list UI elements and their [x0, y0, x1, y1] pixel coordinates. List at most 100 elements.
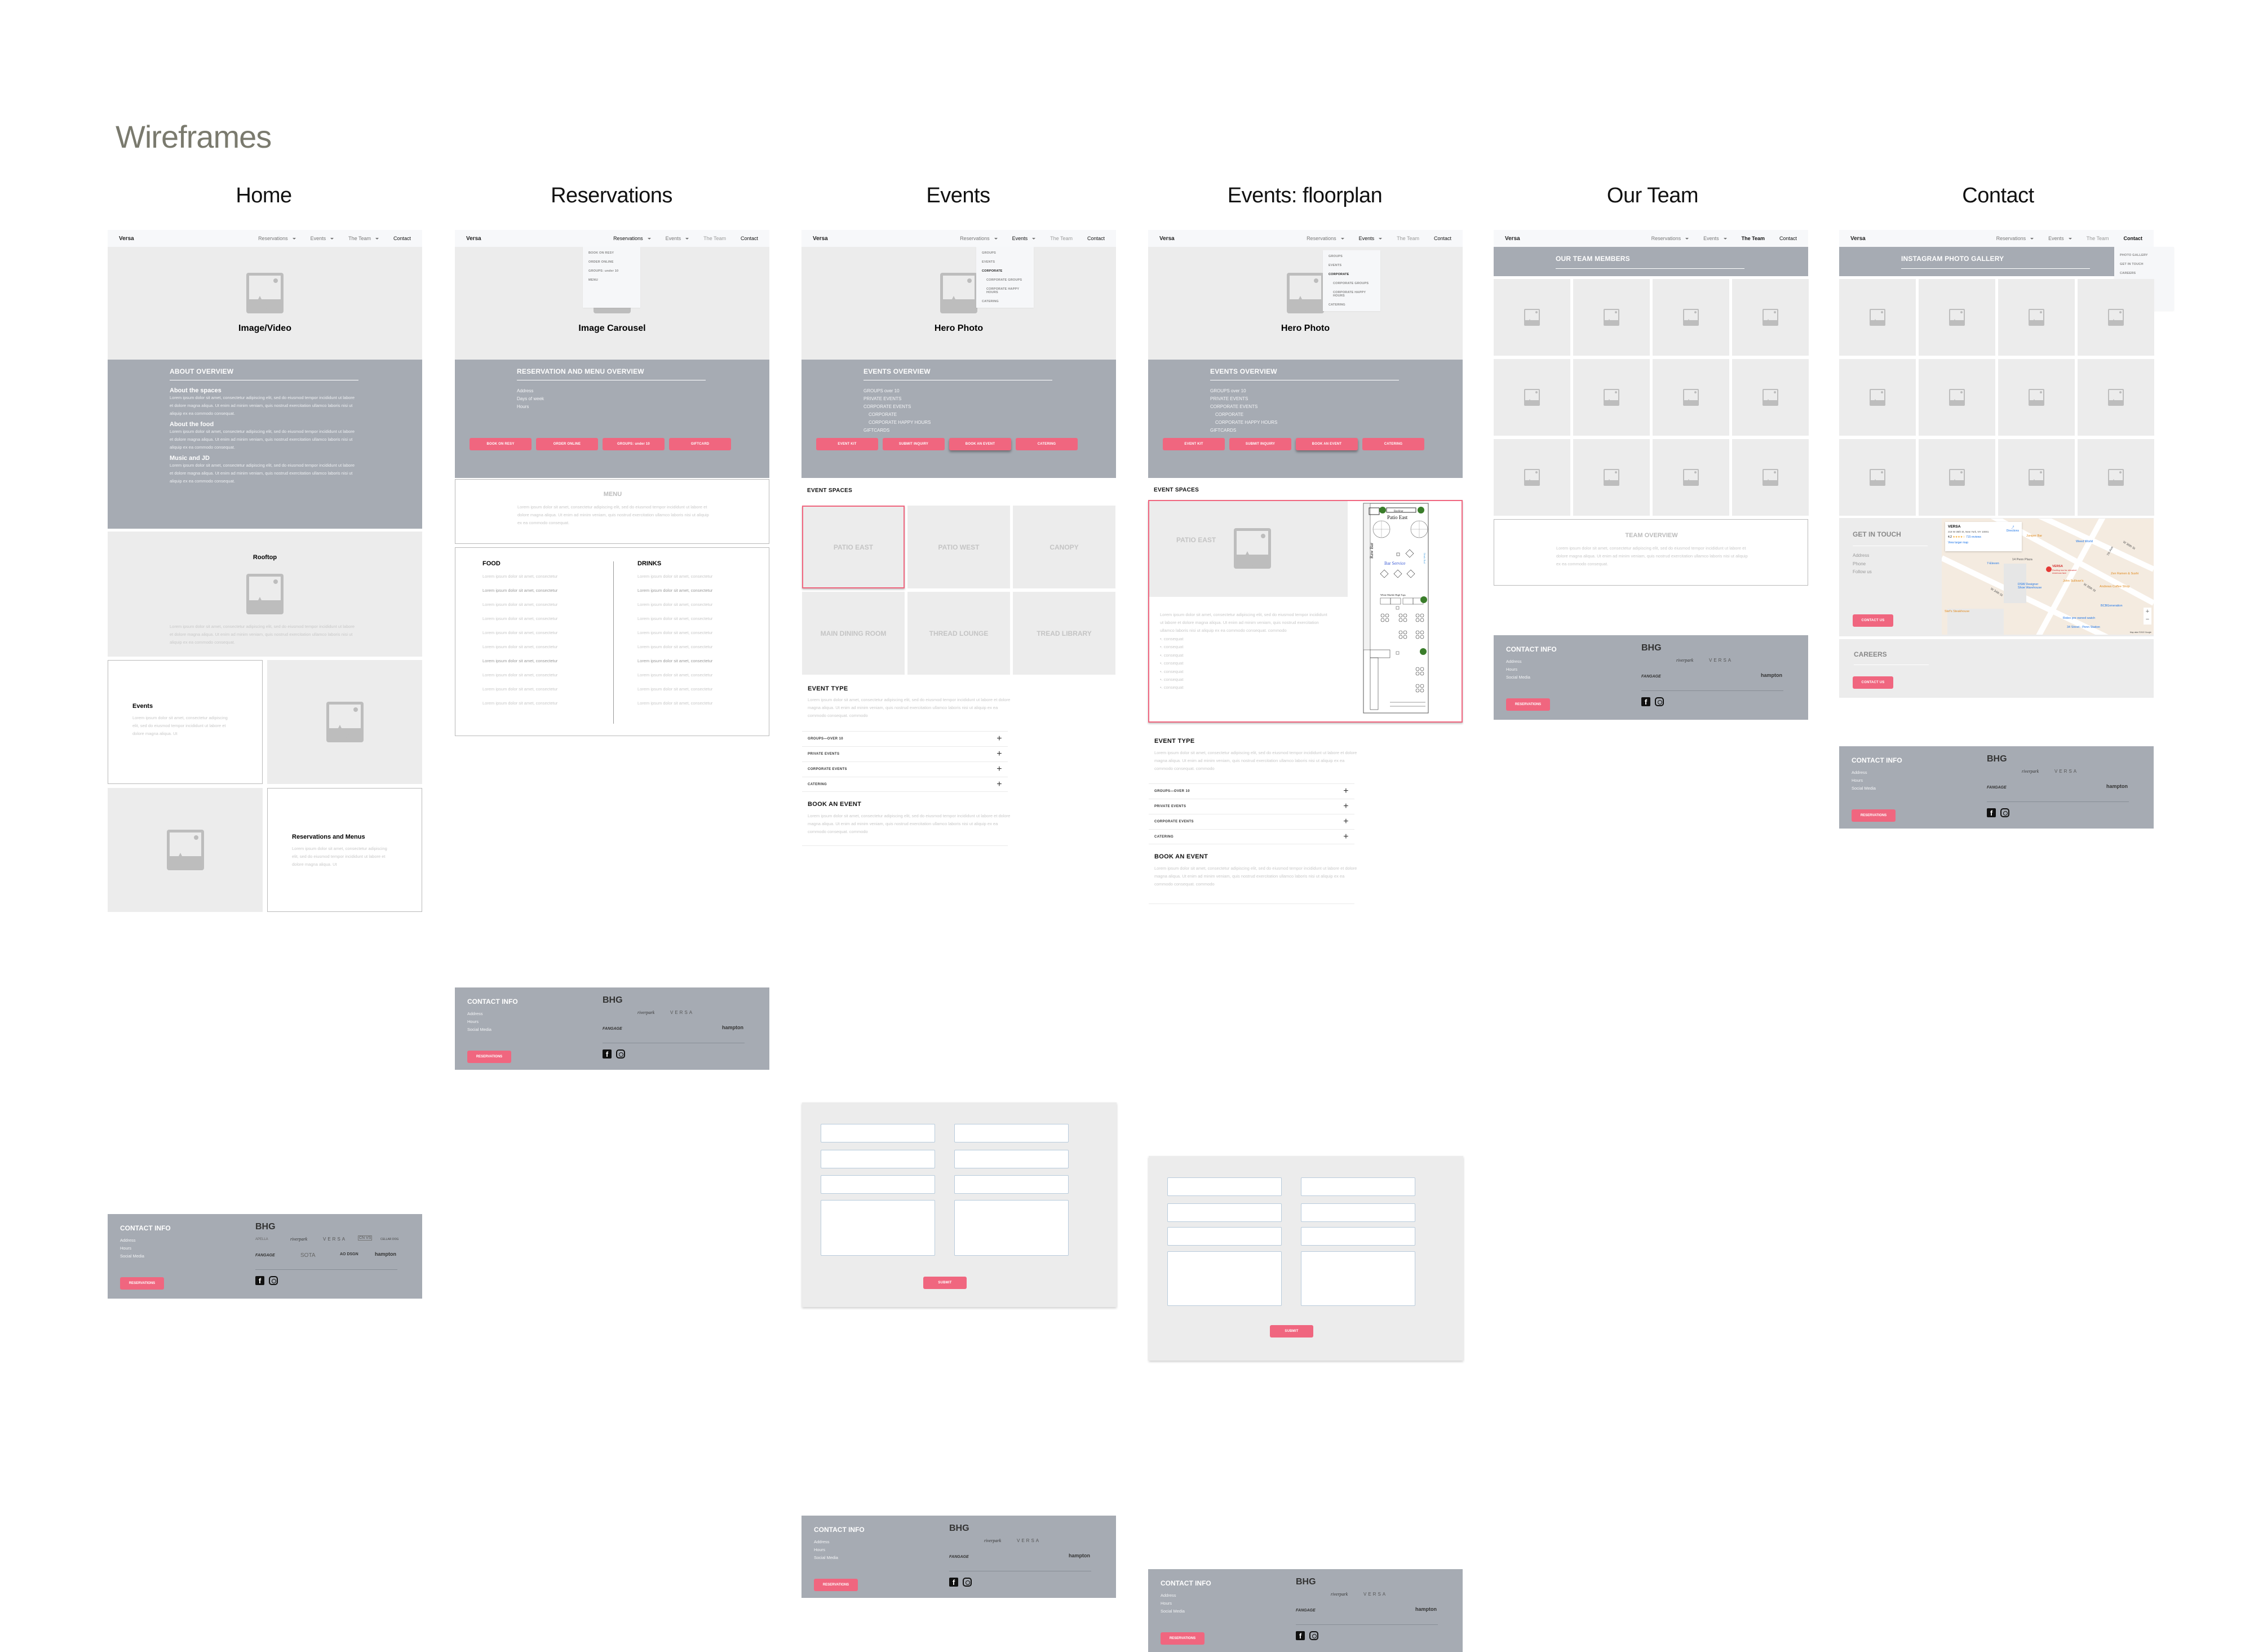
dropdown-item[interactable]: CAREERS: [2120, 272, 2168, 275]
facebook-icon[interactable]: f: [1987, 808, 1996, 817]
poi[interactable]: Juniper Bar: [2026, 534, 2042, 538]
dropdown-item[interactable]: CATERING: [1329, 303, 1375, 307]
poi[interactable]: Zen Ramen & Sushi: [2111, 572, 2138, 575]
book-on-resy-button[interactable]: BOOK ON RESY: [470, 438, 532, 450]
poi[interactable]: 7-Eleven: [1987, 562, 1999, 565]
map[interactable]: VERSA 218 W 35th St, New York, NY 10001 …: [1942, 519, 2154, 635]
photo-tile[interactable]: [1494, 279, 1570, 356]
dropdown-item[interactable]: CORPORATE: [982, 269, 1028, 273]
form-field[interactable]: [1301, 1177, 1415, 1196]
form-field[interactable]: [1167, 1203, 1282, 1222]
poi[interactable]: Weed World: [2076, 540, 2093, 543]
photo-tile[interactable]: [1732, 439, 1809, 516]
photo-tile[interactable]: [1998, 359, 2075, 436]
form-field[interactable]: [954, 1150, 1069, 1168]
brand-logo[interactable]: Versa: [1159, 236, 1175, 242]
brand-logo[interactable]: Versa: [1505, 236, 1520, 242]
nav-events[interactable]: Events: [1012, 236, 1036, 241]
dropdown-item[interactable]: GET IN TOUCH: [2120, 263, 2168, 266]
dropdown-item[interactable]: EVENTS: [982, 260, 1028, 264]
nav-reservations[interactable]: Reservations: [613, 236, 651, 241]
events-card[interactable]: Events Lorem ipsum dolor sit amet, conse…: [108, 660, 263, 784]
facebook-icon[interactable]: f: [1296, 1631, 1305, 1640]
brand-logo[interactable]: Versa: [1850, 236, 1866, 242]
space-patio-west[interactable]: PATIO WEST: [907, 506, 1010, 588]
brand-logo[interactable]: Versa: [813, 236, 828, 242]
facebook-icon[interactable]: f: [949, 1578, 958, 1587]
accordion-item[interactable]: CATERING +: [802, 777, 1008, 792]
form-field[interactable]: [954, 1175, 1069, 1194]
dropdown-item[interactable]: EVENTS: [1329, 264, 1375, 267]
facebook-icon[interactable]: f: [1641, 697, 1650, 706]
photo-tile[interactable]: [1494, 359, 1570, 436]
accordion-item[interactable]: CORPORATE EVENTS +: [802, 761, 1008, 777]
dropdown-item[interactable]: CORPORATE GROUPS: [1329, 282, 1375, 285]
reservations-button[interactable]: RESERVATIONS: [467, 1051, 511, 1063]
photo-tile[interactable]: [1573, 279, 1650, 356]
reservations-button[interactable]: RESERVATIONS: [1506, 698, 1550, 711]
form-textarea[interactable]: [821, 1200, 935, 1256]
nav-contact[interactable]: Contact: [1434, 236, 1451, 241]
photo-tile[interactable]: [1998, 279, 2075, 356]
photo-tile[interactable]: [1573, 439, 1650, 516]
instagram-icon[interactable]: [616, 1049, 625, 1058]
dropdown-item[interactable]: CATERING: [982, 300, 1028, 303]
map-zoom-controls[interactable]: + −: [2144, 608, 2151, 625]
poi[interactable]: 14 Penn Plaza: [2012, 558, 2032, 561]
instagram-icon[interactable]: [269, 1276, 278, 1285]
reservations-button[interactable]: RESERVATIONS: [120, 1277, 164, 1290]
photo-tile[interactable]: [1732, 359, 1809, 436]
form-field[interactable]: [1301, 1227, 1415, 1246]
dropdown-item[interactable]: GROUPS: [1329, 255, 1375, 258]
photo-tile[interactable]: [1919, 359, 1995, 436]
submit-inquiry-button[interactable]: SUBMIT INQUIRY: [1229, 438, 1291, 450]
accordion-item[interactable]: PRIVATE EVENTS +: [802, 746, 1008, 761]
nav-contact[interactable]: Contact: [2124, 236, 2143, 241]
photo-tile[interactable]: [1653, 439, 1729, 516]
form-field[interactable]: [1167, 1177, 1282, 1196]
giftcard-button[interactable]: GIFTCARD: [669, 438, 731, 450]
photo-tile[interactable]: [1653, 279, 1729, 356]
space-canopy[interactable]: CANOPY: [1013, 506, 1115, 588]
instagram-icon[interactable]: [1655, 697, 1664, 706]
catering-button[interactable]: CATERING: [1016, 438, 1078, 450]
form-field[interactable]: [1167, 1227, 1282, 1246]
dropdown-item[interactable]: CORPORATE: [1329, 273, 1375, 276]
dropdown-item[interactable]: CORPORATE HAPPY HOURS: [982, 287, 1028, 294]
accordion-item[interactable]: CATERING +: [1149, 829, 1354, 844]
nav-contact[interactable]: Contact: [1779, 236, 1797, 241]
event-kit-button[interactable]: EVENT KIT: [816, 438, 878, 450]
facebook-icon[interactable]: f: [603, 1049, 612, 1058]
reservations-button[interactable]: RESERVATIONS: [1852, 809, 1896, 822]
instagram-icon[interactable]: [963, 1578, 972, 1587]
floorplan-diagram[interactable]: Backbar Patio East Raw Bar Bar Service D…: [1359, 502, 1431, 715]
reservations-button[interactable]: RESERVATIONS: [1161, 1632, 1205, 1645]
poi[interactable]: 34 Street - Penn Station: [2067, 626, 2100, 629]
accordion-item[interactable]: PRIVATE EVENTS +: [1149, 799, 1354, 814]
nav-reservations[interactable]: Reservations: [1651, 236, 1689, 241]
photo-tile[interactable]: [1839, 279, 1916, 356]
order-online-button[interactable]: ORDER ONLINE: [536, 438, 598, 450]
instagram-icon[interactable]: [2000, 808, 2009, 817]
nav-reservations[interactable]: Reservations: [1307, 236, 1344, 241]
nav-reservations[interactable]: Reservations: [258, 236, 296, 241]
catering-button[interactable]: CATERING: [1362, 438, 1424, 450]
brand-logo[interactable]: Versa: [466, 236, 481, 242]
nav-team[interactable]: The Team: [2087, 236, 2109, 241]
nav-reservations[interactable]: Reservations: [960, 236, 998, 241]
space-patio-east[interactable]: PATIO EAST: [802, 506, 905, 588]
form-textarea[interactable]: [1167, 1251, 1282, 1306]
nav-events[interactable]: Events: [311, 236, 334, 241]
nav-team[interactable]: The Team: [703, 236, 726, 241]
map-larger-link[interactable]: View larger map: [1948, 541, 2019, 544]
photo-tile[interactable]: [1732, 279, 1809, 356]
nav-team[interactable]: The Team: [1397, 236, 1419, 241]
poi[interactable]: BCBGeneration: [2101, 604, 2123, 608]
submit-inquiry-button[interactable]: SUBMIT INQUIRY: [883, 438, 945, 450]
nav-team[interactable]: The Team: [1742, 236, 1765, 241]
dropdown-item[interactable]: PHOTO GALLERY: [2120, 254, 2168, 257]
contact-us-button[interactable]: CONTACT US: [1853, 614, 1893, 627]
nav-contact[interactable]: Contact: [1087, 236, 1105, 241]
zoom-out-icon[interactable]: −: [2144, 615, 2151, 623]
poi[interactable]: John Sullivan's: [2063, 579, 2084, 583]
